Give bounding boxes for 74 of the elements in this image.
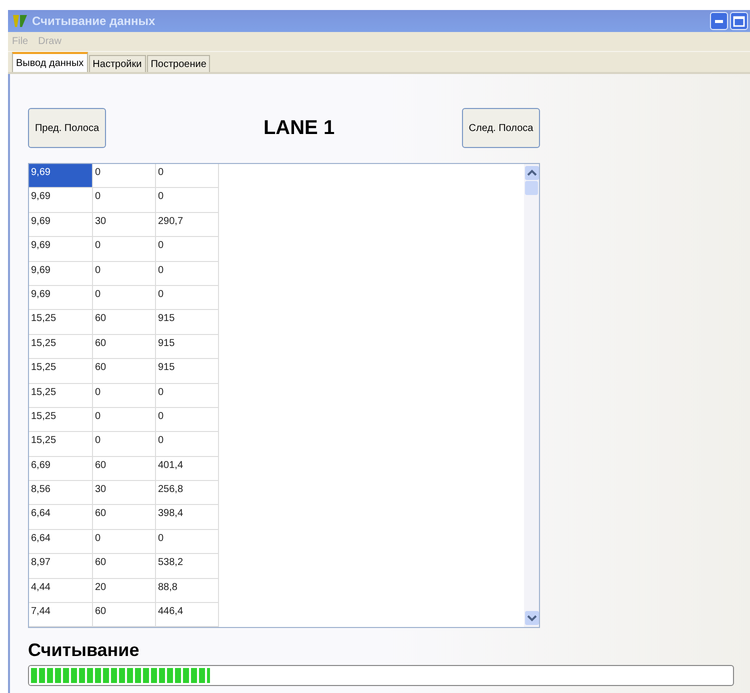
table-cell[interactable]: 9,69 — [29, 212, 93, 238]
minimize-button[interactable] — [710, 12, 728, 30]
table-cell[interactable]: 0 — [93, 237, 156, 262]
table-cell[interactable]: 9,69 — [29, 262, 93, 286]
maximize-button[interactable] — [730, 12, 748, 30]
table-cell[interactable]: 15,25 — [29, 359, 93, 384]
scroll-up-icon — [524, 166, 538, 180]
table-cell[interactable]: 0 — [93, 530, 156, 554]
tab[interactable]: Вывод данных — [12, 52, 88, 72]
table-cell[interactable]: 0 — [156, 530, 219, 554]
maximize-icon — [733, 16, 745, 26]
scrollbar[interactable] — [524, 164, 539, 627]
table-cell[interactable]: 0 — [93, 408, 156, 432]
table-cell[interactable]: 9,69 — [29, 286, 93, 310]
table-cell[interactable]: 0 — [156, 188, 219, 213]
table-cell[interactable]: 290,7 — [156, 212, 219, 238]
table-cell[interactable]: 0 — [156, 262, 219, 286]
table-cell[interactable]: 6,69 — [29, 456, 93, 482]
table-cell[interactable]: 915 — [156, 359, 219, 384]
table-cell[interactable]: 88,8 — [156, 578, 219, 604]
scroll-down-icon — [524, 611, 538, 625]
table-cell[interactable]: 0 — [93, 286, 156, 310]
table-cell[interactable]: 0 — [156, 237, 219, 262]
table-cell[interactable]: 60 — [93, 603, 156, 628]
table-cell[interactable]: 8,97 — [29, 554, 93, 579]
scroll-thumb[interactable] — [525, 181, 538, 195]
table-cell[interactable]: 4,44 — [29, 578, 93, 604]
table-cell[interactable]: 20 — [93, 578, 156, 604]
table-cell[interactable]: 6,64 — [29, 505, 93, 530]
table-cell[interactable]: 0 — [156, 432, 219, 457]
table-cell[interactable]: 15,25 — [29, 310, 93, 335]
table-cell[interactable]: 15,25 — [29, 384, 93, 408]
table-cell[interactable]: 60 — [93, 334, 156, 360]
table-cell[interactable]: 6,64 — [29, 530, 93, 554]
table-cell[interactable]: 60 — [93, 359, 156, 384]
table-cell[interactable]: 30 — [93, 212, 156, 238]
table-cell[interactable]: 0 — [93, 432, 156, 457]
app-icon — [12, 13, 28, 29]
table-cell[interactable]: 8,56 — [29, 481, 93, 506]
table-cell[interactable]: 9,69 — [29, 164, 93, 188]
tab[interactable]: Построение — [146, 55, 210, 72]
minimize-icon — [715, 20, 723, 22]
table-cell[interactable]: 15,25 — [29, 408, 93, 432]
table-cell[interactable]: 0 — [93, 262, 156, 286]
table-cell[interactable]: 0 — [93, 384, 156, 408]
previous-lane-button[interactable]: Пред. Полоса — [28, 108, 106, 148]
table-cell[interactable]: 401,4 — [156, 456, 219, 482]
table-cell[interactable]: 15,25 — [29, 432, 93, 457]
table-cell[interactable]: 915 — [156, 310, 219, 335]
progress-label: Считывание — [28, 640, 140, 661]
table-cell[interactable]: 0 — [93, 188, 156, 213]
lane-title: LANE 1 — [263, 116, 335, 140]
table-cell[interactable]: 0 — [156, 408, 219, 432]
table-cell[interactable]: 30 — [93, 481, 156, 506]
table-cell[interactable]: 915 — [156, 334, 219, 360]
table-cell[interactable]: 398,4 — [156, 505, 219, 530]
table-cell[interactable]: 60 — [93, 505, 156, 530]
table-cell[interactable]: 7,44 — [29, 603, 93, 628]
table-cell[interactable]: 0 — [156, 164, 219, 188]
window-title: Считывание данных — [32, 14, 156, 28]
table-cell[interactable]: 538,2 — [156, 554, 219, 579]
table-cell[interactable]: 0 — [156, 286, 219, 310]
table-cell[interactable]: 60 — [93, 456, 156, 482]
next-lane-button[interactable]: След. Полоса — [462, 108, 540, 148]
table-cell[interactable]: 0 — [93, 164, 156, 188]
table-cell[interactable]: 60 — [93, 554, 156, 579]
table-cell[interactable]: 0 — [156, 384, 219, 408]
tab[interactable]: Настройки — [88, 55, 146, 72]
table-cell[interactable]: 446,4 — [156, 603, 219, 628]
table-cell[interactable]: 60 — [93, 310, 156, 335]
table-cell[interactable]: 9,69 — [29, 188, 93, 213]
table-cell[interactable]: 9,69 — [29, 237, 93, 262]
table-cell[interactable]: 256,8 — [156, 481, 219, 506]
table-cell[interactable]: 15,25 — [29, 334, 93, 360]
